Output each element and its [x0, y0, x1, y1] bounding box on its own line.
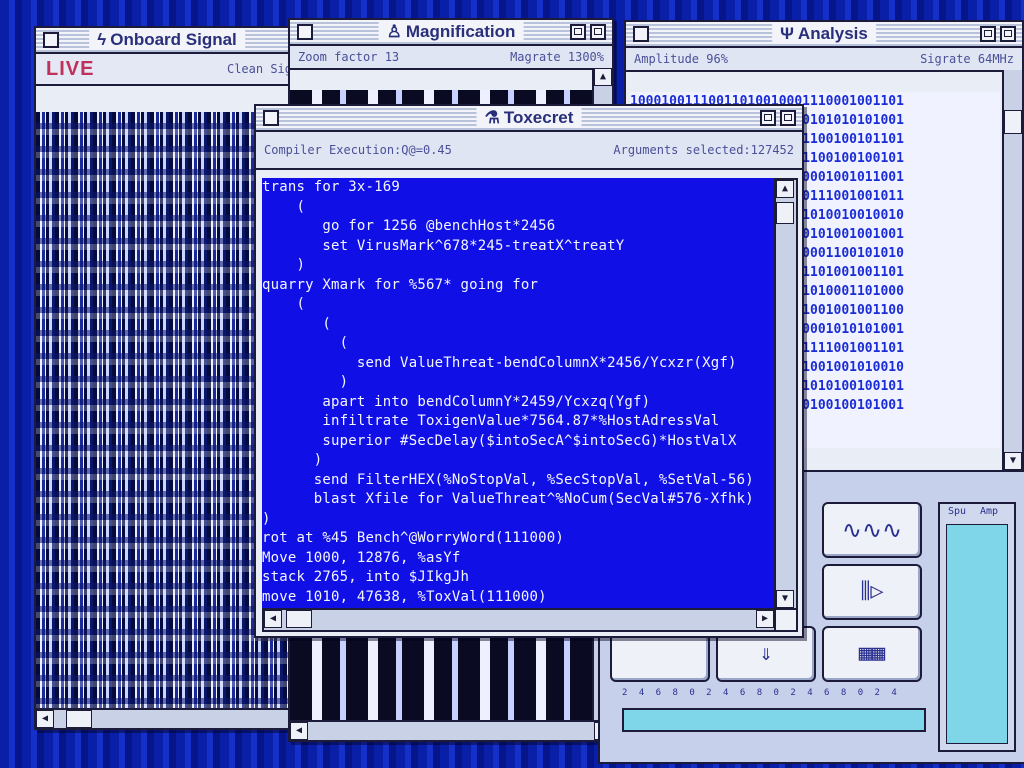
scroll-thumb[interactable] [66, 710, 92, 728]
window-title: ♙ Magnification [378, 22, 524, 42]
horizontal-scrollbar[interactable]: ◀ ▶ [290, 720, 612, 740]
code-line: apart into bendColumnY*2459/Ycxzq(Ygf) [262, 393, 651, 410]
code-line: ( [262, 315, 332, 332]
magnify-figure-icon: ♙ [386, 22, 402, 41]
magrate-label: Magrate 1300% [510, 50, 604, 64]
close-box[interactable] [297, 24, 313, 40]
code-line: set VirusMark^678*245-treatX^treatY [262, 237, 625, 254]
code-line: superior #SecDelay($intoSecA^$intoSecG)*… [262, 432, 737, 449]
magnification-info-bar: Zoom factor 13 Magrate 1300% [290, 46, 612, 70]
scroll-left-icon[interactable]: ◀ [36, 710, 54, 728]
code-line: ) [262, 257, 306, 273]
scroll-down-icon[interactable]: ▼ [1004, 452, 1022, 470]
onboard-titlebar[interactable]: ϟ Onboard Signal [36, 28, 298, 54]
grid-icon[interactable]: ▦▦ [822, 626, 922, 682]
code-line: Move 1000, 12876, %asYf [262, 549, 461, 566]
zoom-box[interactable] [760, 110, 776, 126]
code-line: ) [262, 452, 323, 468]
window-title: Ψ Analysis [772, 24, 876, 44]
scroll-thumb[interactable] [776, 202, 794, 224]
toxecret-titlebar[interactable]: ⚗ Toxecret [256, 106, 802, 132]
zoom-factor-label: Zoom factor 13 [298, 50, 400, 64]
amplitude-label: Amplitude 96% [634, 52, 728, 66]
clean-signal-label: Clean Sig [226, 62, 292, 76]
code-line: go for 1256 @benchHost*2456 [262, 218, 556, 234]
resize-grip-icon[interactable] [774, 608, 798, 632]
vertical-scrollbar[interactable]: ▲ ▼ [774, 178, 798, 610]
scroll-thumb[interactable] [286, 610, 312, 628]
code-line: ( [262, 296, 306, 312]
zoom-box[interactable] [570, 24, 586, 40]
code-lines: trans for 3x-169 ( go for 1256 @benchHos… [262, 178, 776, 607]
code-line: ) [262, 510, 271, 527]
close-box[interactable] [633, 26, 649, 42]
lightning-icon: ϟ [97, 30, 107, 49]
code-line: stack 2765, into $JIkgJh [262, 569, 470, 585]
live-indicator: LIVE [46, 58, 95, 80]
magnification-titlebar[interactable]: ♙ Magnification [290, 20, 612, 46]
code-line: quarry Xmark for %567* going for [262, 276, 539, 293]
arguments-selected-label: Arguments selected:127452 [613, 143, 794, 157]
collapse-box[interactable] [780, 110, 796, 126]
code-line: trans for 3x-169 [262, 179, 401, 195]
vertical-scrollbar[interactable]: ▼ [1002, 70, 1022, 470]
window-title: ϟ Onboard Signal [89, 30, 245, 50]
trident-icon: Ψ [780, 24, 794, 43]
scroll-left-icon[interactable]: ◀ [264, 610, 282, 628]
close-box[interactable] [263, 110, 279, 126]
meter-label-spu: Spu [948, 506, 967, 517]
window-title: ⚗ Toxecret [476, 108, 582, 128]
compiler-execution-label: Compiler Execution:Q@=0.45 [264, 143, 452, 157]
scroll-up-icon[interactable]: ▲ [594, 68, 612, 86]
scroll-right-icon[interactable]: ▶ [756, 610, 774, 628]
meter-display [946, 524, 1008, 744]
scroll-up-icon[interactable]: ▲ [776, 180, 794, 198]
signal-arrow-icon[interactable]: ⫼▷ [822, 564, 922, 620]
code-line: ( [262, 198, 306, 215]
level-meter: Spu Amp [938, 502, 1016, 752]
collapse-box[interactable] [1000, 26, 1016, 42]
code-line: infiltrate ToxigenValue*7564.87*%HostAdr… [262, 413, 720, 429]
flask-icon: ⚗ [484, 108, 500, 127]
level-slider[interactable] [622, 708, 926, 732]
code-line: ) [262, 374, 349, 390]
slider-ticks: 2 4 6 8 0 2 4 6 8 0 2 4 6 8 0 2 4 [622, 688, 900, 698]
horizontal-scrollbar[interactable]: ◀ [36, 708, 298, 728]
code-line: rot at %45 Bench^@WorryWord(111000) [262, 530, 565, 546]
scroll-down-icon[interactable]: ▼ [776, 590, 794, 608]
code-line: send FilterHEX(%NoStopVal, %SecStopVal, … [262, 471, 754, 488]
wave-icon[interactable]: ∿∿∿ [822, 502, 922, 558]
sigrate-label: Sigrate 64MHz [920, 52, 1014, 66]
compiler-status-bar: Compiler Execution:Q@=0.45 Arguments sel… [256, 132, 802, 170]
code-line: move 1010, 47638, %ToxVal(111000) [262, 588, 547, 605]
analysis-titlebar[interactable]: Ψ Analysis [626, 22, 1022, 48]
analysis-info-bar: Amplitude 96% Sigrate 64MHz [626, 48, 1022, 72]
collapse-box[interactable] [590, 24, 606, 40]
code-line: send ValueThreat-bendColumnX*2456/Ycxzr(… [262, 354, 737, 371]
code-editor[interactable]: trans for 3x-169 ( go for 1256 @benchHos… [262, 178, 776, 610]
toxecret-window: ⚗ Toxecret Compiler Execution:Q@=0.45 Arg… [254, 104, 804, 638]
onboard-status-bar: LIVE Clean Sig [36, 54, 298, 86]
code-line: blast Xfile for ValueThreat^%NoCum(SecVa… [262, 491, 754, 507]
close-box[interactable] [43, 32, 59, 48]
zoom-box[interactable] [980, 26, 996, 42]
scroll-thumb[interactable] [1004, 110, 1022, 134]
scroll-left-icon[interactable]: ◀ [290, 722, 308, 740]
horizontal-scrollbar[interactable]: ◀ ▶ [262, 608, 776, 632]
meter-label-amp: Amp [980, 506, 999, 517]
code-line: ( [262, 335, 349, 351]
